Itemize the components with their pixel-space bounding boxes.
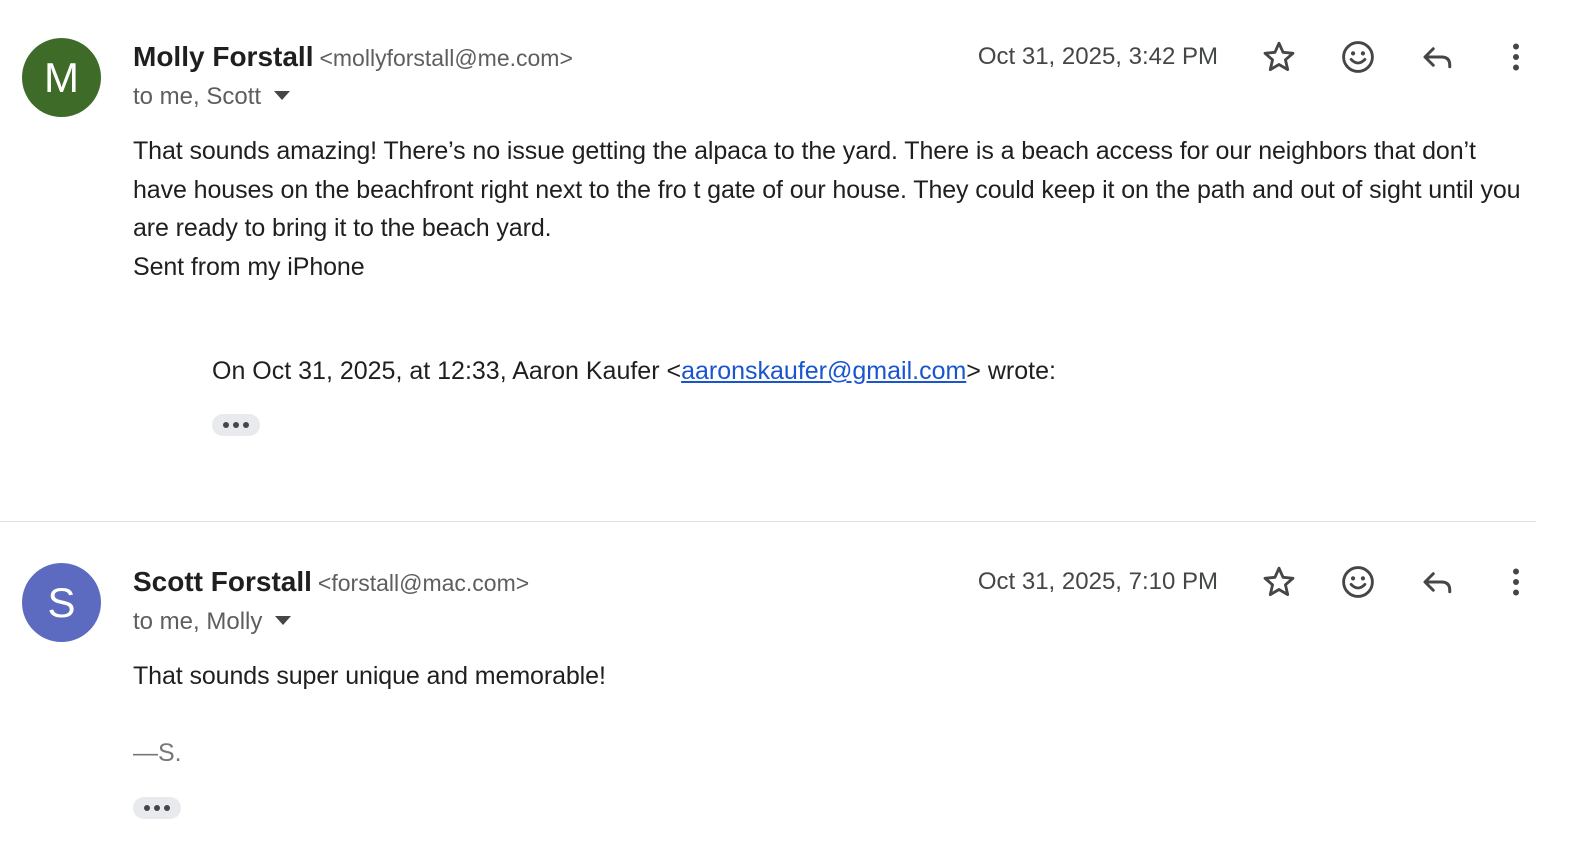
message-body: That sounds super unique and memorable! — [133, 657, 1533, 696]
message-timestamp: Oct 31, 2025, 3:42 PM — [977, 43, 1218, 70]
email-message: S Scott Forstall <forstall@mac.com> to me… — [0, 525, 1582, 858]
ellipsis-dot — [144, 805, 150, 811]
sender-line: Molly Forstall <mollyforstall@me.com> — [133, 38, 573, 81]
more-vert-icon — [1513, 568, 1519, 596]
show-trimmed-content-button[interactable] — [133, 797, 181, 819]
star-button[interactable] — [1259, 37, 1299, 77]
message-body-paragraph: That sounds super unique and memorable! — [133, 662, 606, 690]
quoted-email-link[interactable]: aaronskaufer@gmail.com — [681, 357, 966, 385]
ellipsis-dot — [154, 805, 160, 811]
more-options-button[interactable] — [1496, 37, 1536, 77]
chevron-down-icon[interactable] — [274, 91, 291, 101]
add-reaction-button[interactable] — [1338, 37, 1378, 77]
recipients-label: to me, Molly — [133, 608, 263, 635]
email-thread: M Molly Forstall <mollyforstall@me.com> t… — [0, 0, 1582, 858]
recipients-toggle[interactable]: to me, Molly — [133, 605, 292, 639]
quoted-reply-header: On Oct 31, 2025, at 12:33, Aaron Kaufer … — [212, 352, 1056, 390]
avatar[interactable]: M — [22, 38, 101, 117]
ellipsis-dot — [164, 805, 170, 811]
sender-email: <forstall@mac.com> — [317, 570, 530, 596]
quote-suffix: > wrote: — [966, 357, 1056, 385]
star-button[interactable] — [1259, 562, 1299, 602]
sender-name[interactable]: Scott Forstall — [133, 566, 312, 597]
avatar[interactable]: S — [22, 563, 101, 642]
message-signature: —S. — [133, 739, 182, 767]
emoji-icon — [1342, 41, 1374, 73]
ellipsis-dot — [223, 422, 229, 428]
more-options-button[interactable] — [1496, 562, 1536, 602]
reply-button[interactable] — [1417, 562, 1457, 602]
message-body: That sounds amazing! There’s no issue ge… — [133, 132, 1533, 286]
star-icon — [1263, 566, 1295, 597]
message-body-paragraph: That sounds amazing! There’s no issue ge… — [133, 137, 1521, 243]
reply-icon — [1423, 47, 1452, 69]
ellipsis-dot — [233, 422, 239, 428]
add-reaction-button[interactable] — [1338, 562, 1378, 602]
sender-name[interactable]: Molly Forstall — [133, 41, 313, 72]
ellipsis-dot — [243, 422, 249, 428]
reply-icon — [1423, 572, 1452, 594]
sender-email: <mollyforstall@me.com> — [319, 45, 573, 71]
reply-button[interactable] — [1417, 37, 1457, 77]
message-timestamp: Oct 31, 2025, 7:10 PM — [977, 568, 1218, 595]
quote-prefix: On Oct 31, 2025, at 12:33, Aaron Kaufer … — [212, 357, 682, 385]
email-message: M Molly Forstall <mollyforstall@me.com> t… — [0, 0, 1582, 521]
recipients-toggle[interactable]: to me, Scott — [133, 80, 291, 114]
sender-line: Scott Forstall <forstall@mac.com> — [133, 563, 529, 606]
message-body-signature: Sent from my iPhone — [133, 252, 365, 281]
emoji-icon — [1342, 566, 1374, 598]
chevron-down-icon[interactable] — [275, 616, 292, 626]
message-divider — [0, 521, 1536, 522]
recipients-label: to me, Scott — [133, 83, 262, 110]
star-icon — [1263, 41, 1295, 72]
show-trimmed-content-button[interactable] — [212, 414, 260, 436]
more-vert-icon — [1513, 43, 1519, 71]
